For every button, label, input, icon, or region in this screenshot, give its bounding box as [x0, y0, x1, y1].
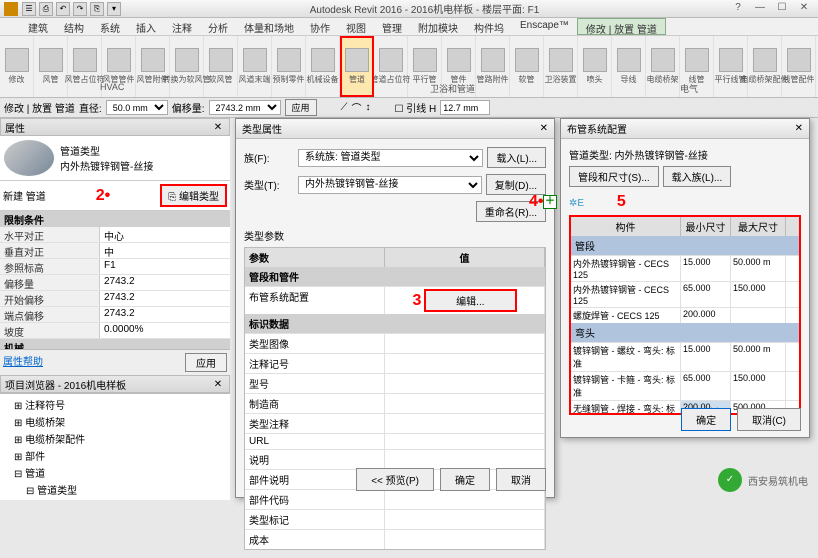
- close-icon[interactable]: ✕: [540, 123, 548, 134]
- tab: 协作: [302, 18, 338, 35]
- ribbon-button[interactable]: 平行线管: [714, 36, 748, 97]
- type-select[interactable]: 内外热镀锌钢管-丝接: [298, 176, 482, 194]
- marker-3: 3: [412, 292, 421, 309]
- tab: 视图: [338, 18, 374, 35]
- ribbon-button[interactable]: 管路附件: [476, 36, 510, 97]
- ribbon-group-label: 电气: [680, 82, 698, 95]
- cancel-button[interactable]: 取消(C): [737, 408, 801, 431]
- tab: 插入: [128, 18, 164, 35]
- ribbon-button[interactable]: 卫浴装置: [544, 36, 578, 97]
- marker-5: 5: [617, 193, 626, 210]
- params-label: 类型参数: [244, 228, 546, 243]
- dialog-title: 布管系统配置: [567, 121, 627, 136]
- pipe-preview-icon: [4, 140, 54, 176]
- tab: 注释: [164, 18, 200, 35]
- edit-type-button[interactable]: ⎘ 编辑类型: [160, 184, 227, 207]
- ribbon-button[interactable]: 软风管: [204, 36, 238, 97]
- quick-access[interactable]: ☰⎙↶↷⎘▾: [22, 2, 121, 16]
- ribbon-button[interactable]: 导线: [612, 36, 646, 97]
- ribbon-button[interactable]: 风管: [34, 36, 68, 97]
- category: 机械: [0, 339, 230, 349]
- close-icon[interactable]: ✕: [795, 123, 803, 134]
- category: 限制条件: [0, 211, 230, 227]
- preview-button[interactable]: << 预览(P): [356, 468, 434, 491]
- parameter-grid[interactable]: 参数值 管段和管件 布管系统配置3 编辑... 标识数据 类型图像 注释记号 型…: [244, 247, 546, 550]
- offset-select[interactable]: 2743.2 mm: [209, 100, 281, 115]
- tab-active: 修改 | 放置 管道: [577, 18, 666, 35]
- tab: 建筑: [20, 18, 56, 35]
- marker-4: 4•: [529, 193, 544, 211]
- new-pipe-label: 新建 管道: [3, 188, 46, 203]
- ribbon-button[interactable]: 转换为软风管: [170, 36, 204, 97]
- tab: 附加模块: [410, 18, 466, 35]
- family-select[interactable]: 系统族: 管道类型: [298, 149, 483, 167]
- properties-header: 属性✕: [0, 118, 230, 136]
- edit-routing-button[interactable]: 编辑...: [424, 289, 516, 312]
- ribbon-button[interactable]: 预制零件: [272, 36, 306, 97]
- subtitle: 管道类型: 内外热镀锌钢管-丝接: [569, 147, 801, 162]
- load-family-button[interactable]: 载入族(L)...: [663, 166, 732, 187]
- label: 直径:: [79, 100, 102, 115]
- routing-config-dialog: 布管系统配置 ✕ 管道类型: 内外热镀锌钢管-丝接 管段和尺寸(S)...载入族(…: [560, 118, 810, 438]
- tab: Enscape™: [512, 18, 577, 35]
- ok-button[interactable]: 确定: [440, 468, 490, 491]
- type-properties-dialog: 类型属性✕ 族(F):系统族: 管道类型载入(L)... 类型(T):内外热镀锌…: [235, 118, 555, 498]
- cancel-button[interactable]: 取消: [496, 468, 546, 491]
- help-link[interactable]: 属性帮助: [3, 353, 43, 372]
- ribbon-button[interactable]: 软管: [510, 36, 544, 97]
- window-buttons[interactable]: ?—☐✕: [728, 2, 814, 16]
- close-icon[interactable]: ✕: [211, 379, 225, 390]
- left-panel: 属性✕ 管道类型内外热镀锌钢管-丝接 新建 管道 2• ⎘ 编辑类型 限制条件 …: [0, 118, 230, 500]
- marker-2: 2•: [96, 187, 111, 205]
- ribbon-button[interactable]: 线管配件: [782, 36, 816, 97]
- ribbon-button[interactable]: 风管附件: [136, 36, 170, 97]
- load-button[interactable]: 载入(L)...: [487, 147, 546, 168]
- app-icon: [4, 2, 18, 16]
- ribbon-button[interactable]: 机械设备: [306, 36, 340, 97]
- marker-1: 1: [344, 36, 353, 40]
- tab: 结构: [56, 18, 92, 35]
- watermark: ✓ 西安易筑机电: [718, 468, 808, 492]
- leader-input[interactable]: [440, 100, 490, 115]
- config-grid[interactable]: 构件最小尺寸最大尺寸 管段 内外热镀锌钢管 - CECS 12515.00050…: [569, 215, 801, 415]
- label: 偏移量:: [172, 100, 205, 115]
- ribbon-button[interactable]: 修改: [0, 36, 34, 97]
- tab: 分析: [200, 18, 236, 35]
- dialog-title: 类型属性: [242, 121, 282, 136]
- ribbon-group-label: 卫浴和管道: [430, 82, 475, 95]
- app-title: Autodesk Revit 2016 - 2016机电样板 - 楼层平面: F…: [121, 1, 728, 16]
- apply-button[interactable]: 应用: [285, 99, 317, 116]
- context-label: 修改 | 放置 管道: [4, 100, 75, 115]
- wechat-icon: ✓: [718, 468, 742, 492]
- ribbon-button[interactable]: 风管占位符: [68, 36, 102, 97]
- type-selector[interactable]: 管道类型内外热镀锌钢管-丝接: [0, 136, 230, 181]
- close-icon[interactable]: ✕: [211, 122, 225, 133]
- ribbon-button[interactable]: 风道末端: [238, 36, 272, 97]
- ribbon-button[interactable]: 喷头: [578, 36, 612, 97]
- apply-button[interactable]: 应用: [185, 353, 227, 372]
- tab: 构件坞: [466, 18, 512, 35]
- title-bar: ☰⎙↶↷⎘▾ Autodesk Revit 2016 - 2016机电样板 - …: [0, 0, 818, 18]
- browser-header: 项目浏览器 - 2016机电样板✕: [0, 375, 230, 393]
- tab: 系统: [92, 18, 128, 35]
- tab: 体量和场地: [236, 18, 302, 35]
- diameter-select[interactable]: 50.0 mm: [106, 100, 168, 115]
- copy-button[interactable]: 复制(D)...: [486, 174, 546, 195]
- ribbon-button[interactable]: 电缆桥架配件: [748, 36, 782, 97]
- ribbon-button[interactable]: 管道占位符: [374, 36, 408, 97]
- ribbon-button-pipe[interactable]: 管道1: [340, 36, 374, 97]
- add-icon[interactable]: ＋: [543, 195, 557, 209]
- segment-size-button[interactable]: 管段和尺寸(S)...: [569, 166, 659, 187]
- ribbon-group-label: HVAC: [100, 82, 124, 92]
- tab: 管理: [374, 18, 410, 35]
- options-bar: 修改 | 放置 管道 直径: 50.0 mm 偏移量: 2743.2 mm 应用…: [0, 98, 818, 118]
- ribbon-button[interactable]: 电缆桥架: [646, 36, 680, 97]
- ok-button[interactable]: 确定: [681, 408, 731, 431]
- ribbon-tabs[interactable]: 建筑结构系统插入注释分析体量和场地协作视图管理附加模块构件坞Enscape™修改…: [0, 18, 818, 36]
- properties-grid[interactable]: 限制条件 水平对正中心 垂直对正中 参照标高F1 偏移量2743.2 开始偏移2…: [0, 211, 230, 349]
- project-browser[interactable]: ⊞ 注释符号 ⊞ 电缆桥架 ⊞ 电缆桥架配件 ⊞ 部件 ⊟ 管道 ⊟ 管道类型: [0, 393, 230, 500]
